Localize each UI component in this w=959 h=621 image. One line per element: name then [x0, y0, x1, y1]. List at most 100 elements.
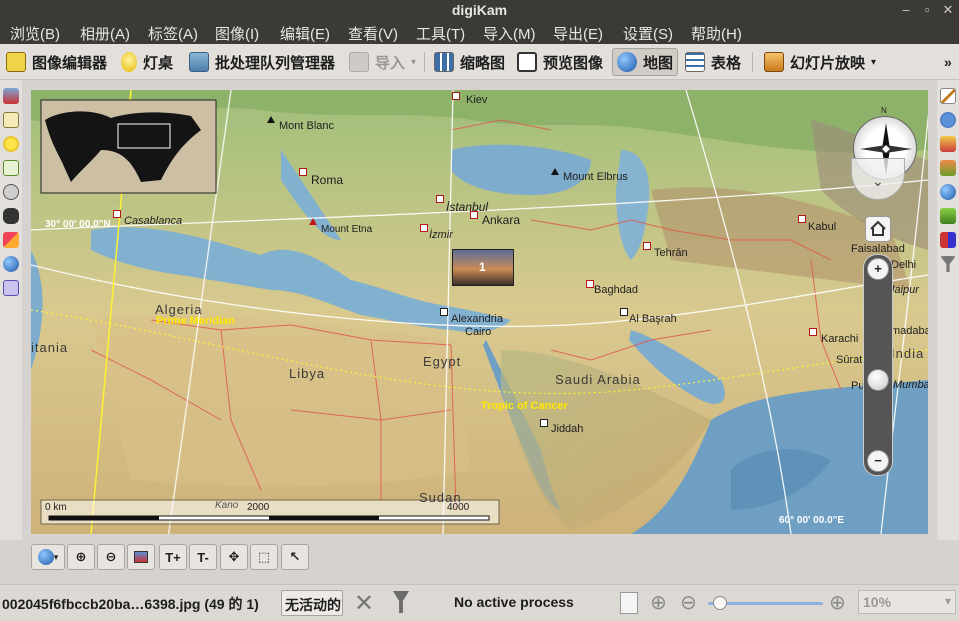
pan-mode-button[interactable]: ✥ — [220, 544, 248, 570]
city-marker — [440, 308, 448, 316]
filter-icon[interactable] — [393, 591, 409, 613]
scale-label-end: 4000 — [447, 502, 470, 513]
image-editor-button[interactable]: 图像编辑器 — [2, 48, 111, 76]
slideshow-button[interactable]: 幻灯片放映 ▾ — [760, 48, 880, 76]
globe-icon — [617, 52, 637, 72]
label-mumbai: Mumbai — [893, 379, 928, 391]
map-view[interactable]: Kiev Mont Blanc Roma Mount Elbrus İstanb… — [31, 90, 928, 534]
status-filename: 002045f6fbccb20ba…6398.jpg (49 的 1) — [2, 596, 259, 612]
longitude-label: 60° 00' 00.0"E — [779, 515, 845, 526]
menu-import[interactable]: 导入(M) — [483, 23, 536, 44]
menu-image[interactable]: 图像(I) — [215, 23, 259, 44]
window-title: digiKam — [451, 2, 508, 18]
label-delhi: Delhi — [891, 259, 917, 271]
menu-album[interactable]: 相册(A) — [80, 23, 130, 44]
menu-settings[interactable]: 设置(S) — [623, 23, 673, 44]
dropdown-arrow-icon: ▾ — [411, 56, 417, 68]
zoom-out-status-icon[interactable]: ⊖ — [680, 590, 697, 615]
zoom-out-button[interactable]: − — [867, 450, 889, 472]
minimize-button[interactable]: – — [897, 1, 915, 19]
status-filter-button[interactable]: 无活动的 — [281, 590, 343, 616]
versions-tab-icon[interactable] — [940, 208, 956, 224]
menu-edit[interactable]: 编辑(E) — [280, 23, 330, 44]
label-jiddah: Jiddah — [551, 423, 584, 435]
geolocation-tab-icon[interactable] — [940, 184, 956, 200]
zoom-in-icon: ⊕ — [75, 549, 87, 564]
search-tab-icon[interactable] — [3, 208, 19, 224]
zoom-slider-thumb[interactable] — [713, 596, 727, 610]
mountain-marker — [267, 116, 275, 123]
volcano-marker — [309, 218, 317, 225]
menu-tag[interactable]: 标签(A) — [148, 23, 198, 44]
info-tab-icon[interactable] — [940, 112, 956, 128]
camera-icon — [349, 52, 369, 72]
filter-tab-icon[interactable] — [940, 256, 956, 272]
city-marker — [809, 328, 817, 336]
cursor-icon: ↖ — [289, 549, 301, 564]
timeline-tab-icon[interactable] — [3, 184, 19, 200]
show-thumbnails-button[interactable] — [127, 544, 155, 570]
albums-tab-icon[interactable] — [3, 88, 19, 104]
labels-tab-icon[interactable] — [3, 112, 19, 128]
zoom-slider[interactable] — [708, 596, 823, 610]
menu-browse[interactable]: 浏览(B) — [10, 23, 60, 44]
zoom-slider-handle[interactable] — [867, 369, 889, 392]
toolbar-overflow-button[interactable]: » — [940, 48, 956, 76]
chevron-down-icon: ⌄ — [872, 173, 884, 189]
latitude-label: 30° 00' 00.0"N — [45, 219, 111, 230]
dates-tab-icon[interactable] — [3, 160, 19, 176]
menu-view[interactable]: 查看(V) — [348, 23, 398, 44]
table-button[interactable]: 表格 — [681, 48, 745, 76]
map-search-tab-icon[interactable] — [3, 256, 19, 272]
zoom-in-button[interactable]: + — [867, 258, 889, 280]
star-tab-icon[interactable] — [3, 136, 19, 152]
people-tab-icon[interactable] — [3, 280, 19, 296]
photo-cluster-count: 1 — [479, 260, 486, 274]
home-button[interactable] — [865, 216, 891, 242]
zoom-fit-icon[interactable]: ⊕ — [650, 590, 667, 615]
label-baghdad: Baghdad — [594, 284, 639, 296]
label-tehran: Tehrān — [654, 247, 688, 259]
zoom-in-status-icon[interactable]: ⊕ — [829, 590, 846, 615]
batch-queue-button[interactable]: 批处理队列管理器 — [185, 48, 339, 76]
lightbulb-icon — [121, 52, 137, 72]
edit-tab-icon[interactable] — [940, 88, 956, 104]
zoom-level-combo[interactable]: 10% ▾ — [858, 590, 956, 614]
menu-bar: 浏览(B) 相册(A) 标签(A) 图像(I) 编辑(E) 查看(V) 工具(T… — [0, 20, 959, 44]
zoom-out-map-button[interactable]: ⊖ — [97, 544, 125, 570]
colors-tab-icon[interactable] — [940, 160, 956, 176]
preview-button[interactable]: 预览图像 — [513, 48, 607, 76]
thumbnails-button[interactable]: 缩略图 — [430, 48, 509, 76]
zoom-slider-track[interactable]: + − — [863, 254, 893, 476]
dropdown-arrow-icon: ▾ — [53, 551, 59, 562]
photo-cluster-marker[interactable]: 1 — [452, 249, 514, 286]
thumbnails-icon — [434, 52, 454, 72]
zoom-to-selection-button[interactable]: ⬚ — [250, 544, 278, 570]
label-casablanca: Casablanca — [124, 215, 183, 227]
mountain-marker — [551, 168, 559, 175]
city-marker — [540, 419, 548, 427]
select-mode-button[interactable]: ↖ — [281, 544, 309, 570]
text-smaller-button[interactable]: T- — [189, 544, 217, 570]
label-ankara: Ankara — [482, 213, 521, 227]
label-mount-etna: Mount Etna — [321, 224, 373, 235]
maximize-button[interactable]: ▫ — [918, 1, 936, 19]
note-icon[interactable] — [620, 592, 638, 614]
label-kabul: Kabul — [808, 221, 837, 233]
fuzzy-search-tab-icon[interactable] — [3, 232, 19, 248]
close-button[interactable]: ✕ — [939, 1, 957, 19]
map-type-button[interactable]: ▾ — [31, 544, 65, 570]
zoom-in-map-button[interactable]: ⊕ — [67, 544, 95, 570]
menu-tools[interactable]: 工具(T) — [416, 23, 465, 44]
table-label: 表格 — [711, 54, 742, 72]
tags-tab-icon[interactable] — [940, 136, 956, 152]
menu-export[interactable]: 导出(E) — [553, 23, 603, 44]
map-button[interactable]: 地图 — [612, 48, 679, 76]
clear-filter-icon[interactable]: ✕ — [354, 589, 374, 618]
menu-help[interactable]: 帮助(H) — [691, 23, 742, 44]
light-table-button[interactable]: 灯桌 — [117, 48, 177, 76]
zoom-level-value: 10% — [863, 594, 892, 610]
templates-tab-icon[interactable] — [940, 232, 956, 248]
import-button[interactable]: 导入 ▾ — [345, 48, 420, 76]
text-larger-button[interactable]: T+ — [159, 544, 187, 570]
